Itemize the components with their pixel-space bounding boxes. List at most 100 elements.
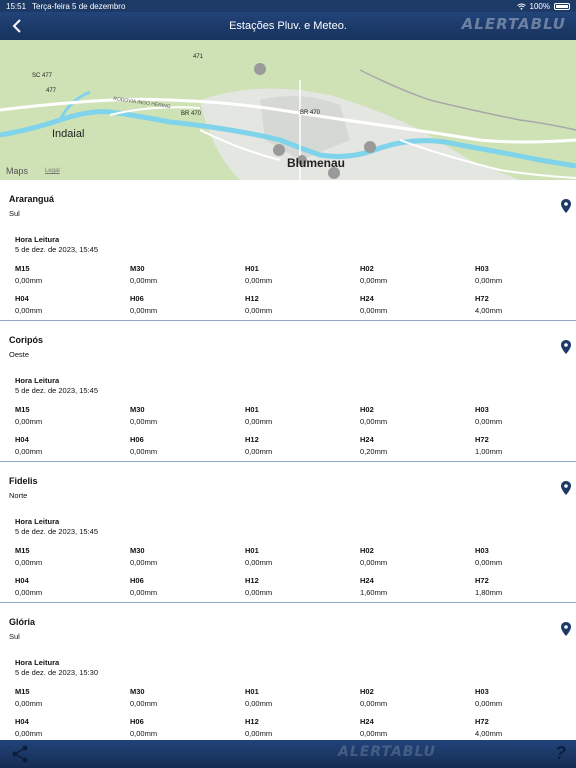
battery-percent: 100%	[529, 1, 550, 11]
reading-key: H01	[245, 264, 259, 273]
reading-value: 4,00mm	[475, 729, 503, 738]
map-pin-icon[interactable]	[561, 199, 571, 213]
reading-key: H12	[245, 576, 259, 585]
reading-cell: H04 0,00mm	[15, 435, 125, 456]
reading-cell: H24 0,20mm	[360, 435, 470, 456]
reading-key: M30	[130, 264, 145, 273]
reading-cell: H02 0,00mm	[360, 405, 470, 426]
station-item[interactable]: Araranguá Sul Hora Leitura 5 de dez. de 202…	[0, 180, 576, 321]
reading-time-label: Hora Leitura	[15, 376, 60, 385]
reading-time-value: 5 de dez. de 2023, 15:30	[15, 668, 98, 677]
reading-value: 0,00mm	[360, 729, 388, 738]
reading-value: 0,00mm	[130, 417, 158, 426]
map-shield: BR 470	[300, 110, 321, 116]
reading-value: 0,00mm	[360, 276, 388, 285]
reading-key: H04	[15, 294, 29, 303]
reading-cell: H06 0,00mm	[130, 576, 240, 597]
reading-key: H12	[245, 717, 259, 726]
reading-cell: H72 4,00mm	[475, 717, 576, 738]
station-list[interactable]: Araranguá Sul Hora Leitura 5 de dez. de 202…	[0, 180, 576, 740]
map-pin-icon[interactable]	[561, 481, 571, 495]
status-time: 15:51	[6, 1, 27, 11]
reading-key: H06	[130, 294, 144, 303]
reading-value: 0,00mm	[15, 558, 43, 567]
reading-value: 0,00mm	[245, 417, 273, 426]
reading-cell: H03 0,00mm	[475, 264, 576, 285]
reading-value: 0,00mm	[245, 699, 273, 708]
reading-value: 1,80mm	[475, 588, 503, 597]
reading-value: 0,00mm	[15, 699, 43, 708]
map-shield: 471	[193, 54, 204, 60]
reading-key: H72	[475, 435, 489, 444]
reading-key: H04	[15, 576, 29, 585]
reading-value: 0,00mm	[15, 447, 43, 456]
reading-key: M15	[15, 546, 30, 555]
reading-value: 0,20mm	[360, 447, 388, 456]
reading-key: H01	[245, 546, 259, 555]
reading-value: 0,00mm	[360, 306, 388, 315]
reading-key: H03	[475, 405, 489, 414]
reading-cell: H24 0,00mm	[360, 294, 470, 315]
reading-cell: M15 0,00mm	[15, 405, 125, 426]
reading-key: H24	[360, 435, 374, 444]
reading-cell: H24 0,00mm	[360, 717, 470, 738]
reading-key: H02	[360, 405, 374, 414]
reading-value: 1,60mm	[360, 588, 388, 597]
reading-cell: H03 0,00mm	[475, 687, 576, 708]
reading-key: H02	[360, 687, 374, 696]
reading-cell: H01 0,00mm	[245, 264, 355, 285]
reading-value: 0,00mm	[130, 276, 158, 285]
reading-cell: M15 0,00mm	[15, 264, 125, 285]
question-mark-icon[interactable]: ?	[555, 743, 566, 764]
reading-key: H06	[130, 435, 144, 444]
reading-key: H72	[475, 294, 489, 303]
station-region: Sul	[9, 209, 20, 218]
reading-cell: H06 0,00mm	[130, 294, 240, 315]
wifi-icon	[516, 3, 526, 10]
reading-cell: H03 0,00mm	[475, 546, 576, 567]
station-item[interactable]: Coripós Oeste Hora Leitura 5 de dez. de 202…	[0, 321, 576, 462]
share-icon[interactable]	[10, 744, 30, 764]
station-region: Norte	[9, 491, 28, 500]
map-shield: BR 470	[181, 111, 202, 117]
map-pin-icon[interactable]	[561, 340, 571, 354]
reading-value: 0,00mm	[245, 306, 273, 315]
brand-logo: ALERTABLU	[461, 15, 566, 33]
station-item[interactable]: Fidelis Norte Hora Leitura 5 de dez. de 202…	[0, 462, 576, 603]
reading-key: M15	[15, 687, 30, 696]
reading-value: 0,00mm	[475, 276, 503, 285]
reading-cell: M30 0,00mm	[130, 687, 240, 708]
reading-key: H03	[475, 546, 489, 555]
map-pin-icon[interactable]	[561, 622, 571, 636]
reading-cell: H72 1,00mm	[475, 435, 576, 456]
reading-value: 0,00mm	[130, 729, 158, 738]
reading-time-value: 5 de dez. de 2023, 15:45	[15, 386, 98, 395]
reading-key: H24	[360, 576, 374, 585]
reading-key: H04	[15, 717, 29, 726]
reading-key: H03	[475, 264, 489, 273]
reading-value: 0,00mm	[245, 588, 273, 597]
station-region: Oeste	[9, 350, 30, 359]
reading-cell: H24 1,60mm	[360, 576, 470, 597]
reading-cell: H12 0,00mm	[245, 435, 355, 456]
battery-icon	[554, 2, 570, 10]
reading-cell: H02 0,00mm	[360, 264, 470, 285]
reading-key: M30	[130, 546, 145, 555]
reading-value: 0,00mm	[15, 306, 43, 315]
map-shield: 477	[46, 88, 57, 94]
reading-time-label: Hora Leitura	[15, 235, 60, 244]
reading-value: 0,00mm	[130, 588, 158, 597]
station-item[interactable]: Glória Sul Hora Leitura 5 de dez. de 2023, …	[0, 603, 576, 740]
reading-value: 0,00mm	[15, 729, 43, 738]
reading-time-label: Hora Leitura	[15, 658, 60, 667]
status-bar: 15:51 Terça-feira 5 de dezembro 100%	[0, 0, 576, 12]
reading-cell: H06 0,00mm	[130, 717, 240, 738]
reading-key: M30	[130, 405, 145, 414]
reading-value: 0,00mm	[360, 699, 388, 708]
reading-value: 0,00mm	[245, 447, 273, 456]
reading-value: 0,00mm	[130, 558, 158, 567]
reading-key: H12	[245, 435, 259, 444]
legal-link[interactable]: Legal	[45, 168, 60, 174]
map-view[interactable]: 471 477 SC 477 BR 470 BR 470 RODOVIA ING…	[0, 40, 576, 180]
reading-value: 0,00mm	[15, 276, 43, 285]
